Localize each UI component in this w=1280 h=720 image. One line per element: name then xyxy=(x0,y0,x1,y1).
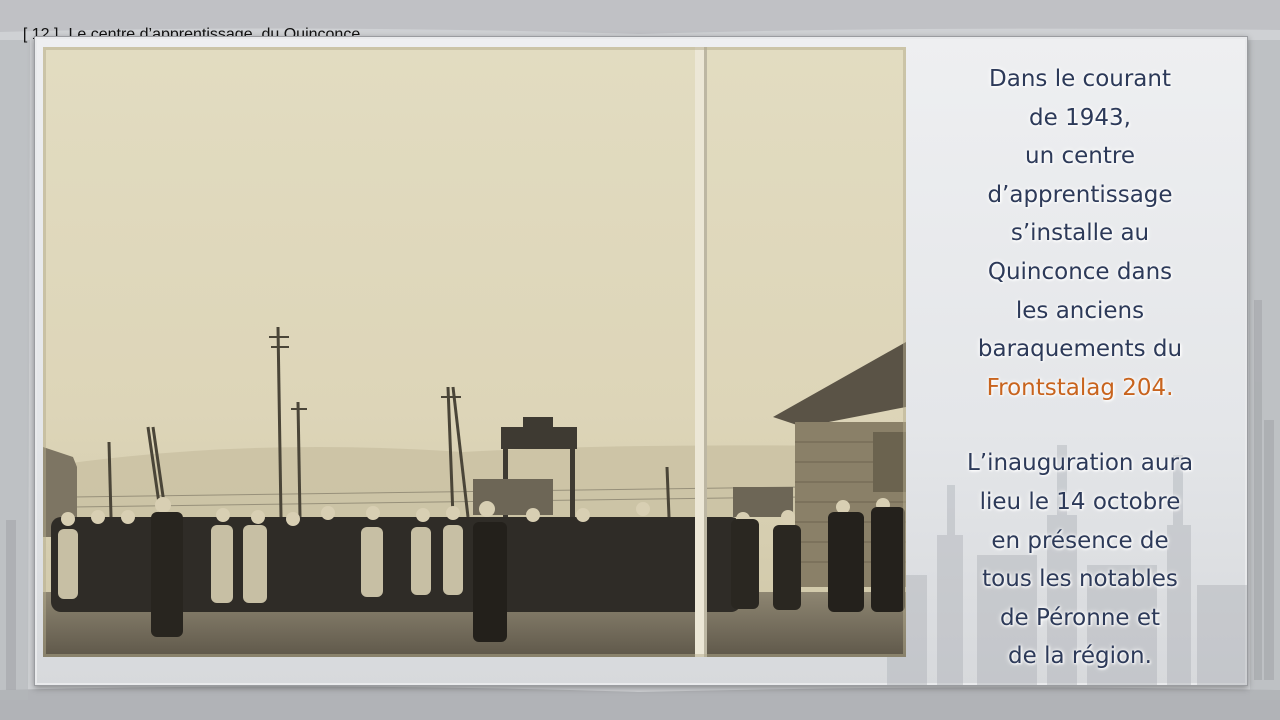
caption-line: Dans le courant xyxy=(989,66,1171,92)
caption-line: en présence de xyxy=(991,527,1169,554)
slide-header: [ 12 ] Le centre d’apprentissage du Quinc… xyxy=(14,8,360,43)
caption-line: Quinconce dans xyxy=(987,258,1173,285)
caption-line: L’inauguration aura xyxy=(966,450,1194,477)
caption-line: tous les notables xyxy=(982,566,1178,593)
caption-line: de Péronne et xyxy=(999,604,1161,631)
historic-photo xyxy=(43,47,906,657)
caption-line: d’apprentissage xyxy=(987,181,1173,208)
caption-line: de la région. xyxy=(1008,643,1152,670)
caption-line: lieu le 14 octobre xyxy=(979,488,1181,515)
caption-line: s’installe au xyxy=(1010,220,1150,247)
caption-line: baraquements du xyxy=(977,336,1183,363)
caption-line: les anciens xyxy=(1015,297,1145,324)
caption-line: un centre xyxy=(1025,143,1135,170)
caption-line: de 1943, xyxy=(1029,104,1131,131)
highlight-frontstalag: Frontstalag 204. xyxy=(986,374,1174,401)
photo-illustration xyxy=(43,47,906,657)
caption-panel: Dans le courant de 1943, un centre d’app… xyxy=(930,60,1230,680)
